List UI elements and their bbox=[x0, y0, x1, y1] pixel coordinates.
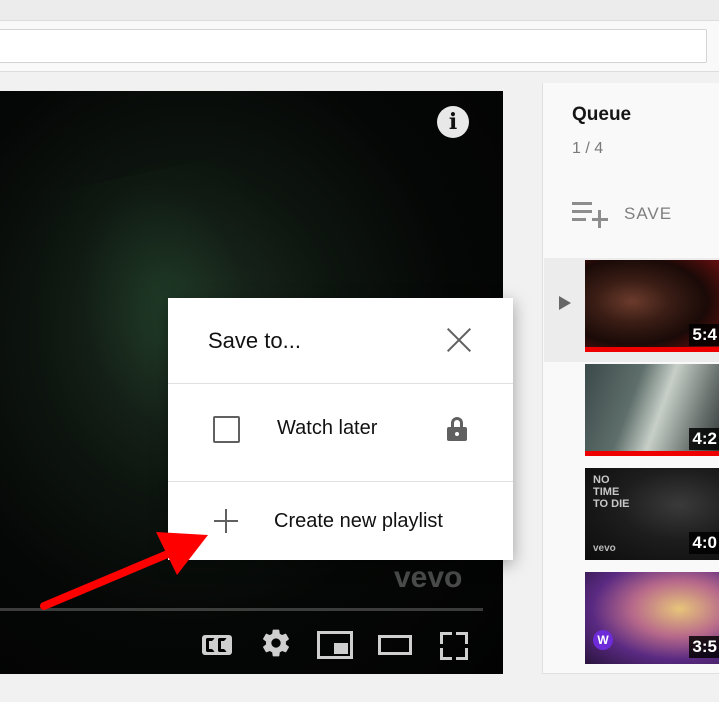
theater-mode-button[interactable] bbox=[378, 626, 412, 660]
save-to-playlist-dialog: Save to... Watch later Create new playli… bbox=[168, 298, 513, 560]
closed-captions-icon bbox=[202, 635, 232, 655]
info-icon[interactable]: i bbox=[437, 106, 469, 138]
queue-item[interactable]: 4:2 bbox=[544, 362, 719, 466]
queue-list: 5:4 4:2 NO TIME TO DIE vevo 4:0 W 3:5 bbox=[544, 258, 719, 674]
subtitles-button[interactable] bbox=[202, 626, 232, 660]
create-new-playlist-button[interactable]: Create new playlist bbox=[168, 482, 513, 560]
watch-progress-bar bbox=[585, 347, 719, 352]
gear-icon bbox=[263, 629, 289, 657]
search-row bbox=[0, 20, 719, 72]
theater-mode-icon bbox=[378, 635, 412, 655]
video-duration: 3:5 bbox=[689, 636, 719, 658]
video-duration: 5:4 bbox=[689, 324, 719, 346]
progress-bar[interactable] bbox=[0, 608, 483, 611]
video-duration: 4:2 bbox=[689, 428, 719, 450]
browser-top-strip bbox=[0, 0, 719, 20]
plus-icon bbox=[214, 509, 238, 533]
poster-text: NO TIME TO DIE bbox=[593, 474, 630, 510]
watch-later-option[interactable]: Watch later bbox=[168, 384, 513, 480]
save-label: SAVE bbox=[624, 204, 673, 223]
search-box[interactable] bbox=[0, 29, 707, 63]
vevo-watermark: vevo bbox=[394, 561, 463, 594]
queue-item[interactable]: 5:4 bbox=[544, 258, 719, 362]
fullscreen-icon bbox=[440, 632, 452, 644]
create-playlist-label: Create new playlist bbox=[274, 510, 443, 532]
video-thumbnail[interactable]: 5:4 bbox=[585, 260, 719, 352]
vevo-label: vevo bbox=[593, 543, 616, 554]
watch-later-checkbox[interactable] bbox=[213, 416, 240, 443]
queue-count: 1 / 4 bbox=[572, 140, 604, 157]
queue-title: Queue bbox=[572, 104, 632, 125]
queue-panel: Queue 1 / 4 SAVE 5:4 4:2 NO TIME TO DIE … bbox=[542, 83, 719, 674]
settings-button[interactable] bbox=[260, 626, 292, 660]
fullscreen-button[interactable] bbox=[440, 626, 468, 660]
lock-icon bbox=[446, 417, 468, 441]
queue-item[interactable]: NO TIME TO DIE vevo 4:0 bbox=[544, 466, 719, 570]
dialog-title: Save to... bbox=[208, 328, 301, 353]
watch-later-label: Watch later bbox=[277, 417, 378, 439]
now-playing-icon bbox=[559, 296, 571, 310]
video-duration: 4:0 bbox=[689, 532, 719, 554]
miniplayer-button[interactable] bbox=[317, 626, 353, 660]
watch-progress-bar bbox=[585, 451, 719, 456]
queue-item[interactable]: W 3:5 bbox=[544, 570, 719, 674]
close-button[interactable] bbox=[446, 327, 472, 353]
warner-logo-icon: W bbox=[593, 630, 613, 650]
playlist-add-icon bbox=[572, 202, 608, 230]
video-thumbnail[interactable]: W 3:5 bbox=[585, 572, 719, 664]
video-thumbnail[interactable]: NO TIME TO DIE vevo 4:0 bbox=[585, 468, 719, 560]
video-thumbnail[interactable]: 4:2 bbox=[585, 364, 719, 456]
